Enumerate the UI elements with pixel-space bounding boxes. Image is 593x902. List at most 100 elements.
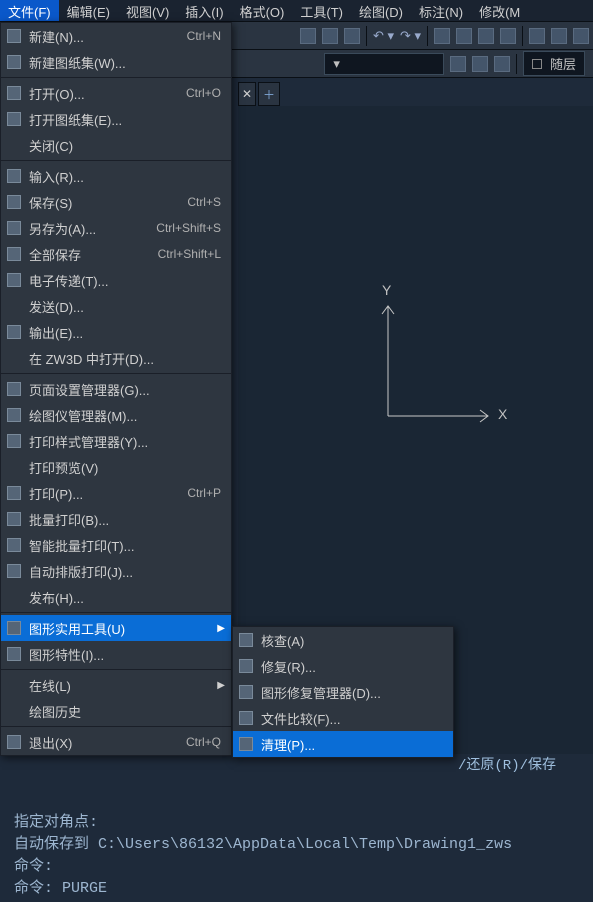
menu-item[interactable]: 文件比较(F)... xyxy=(233,705,453,731)
menu-item[interactable]: 保存(S)Ctrl+S xyxy=(1,189,231,215)
menubar-item[interactable]: 工具(T) xyxy=(292,0,351,21)
menu-item[interactable]: 电子传递(T)... xyxy=(1,267,231,293)
menu-item[interactable]: 发布(H)... xyxy=(1,584,231,610)
menu-item[interactable]: 自动排版打印(J)... xyxy=(1,558,231,584)
saveall-icon xyxy=(5,245,23,263)
toolbar-button[interactable] xyxy=(344,28,360,44)
menubar-item[interactable]: 修改(M xyxy=(471,0,528,21)
menu-item[interactable]: 另存为(A)...Ctrl+Shift+S xyxy=(1,215,231,241)
utilities-submenu: 核查(A) 修复(R)... 图形修复管理器(D)... 文件比较(F)... 清理(P… xyxy=(232,626,454,758)
zoom-extents-icon[interactable] xyxy=(500,28,516,44)
menu-item[interactable]: 绘图历史 xyxy=(1,698,231,724)
menu-shortcut: Ctrl+O xyxy=(186,86,221,100)
menubar-item[interactable]: 绘图(D) xyxy=(351,0,411,21)
menu-item[interactable]: 关闭(C) xyxy=(1,132,231,158)
command-prompt-fragment: /还原(R)/保存 xyxy=(454,752,593,776)
menu-item-label: 页面设置管理器(G)... xyxy=(29,380,221,399)
menu-item[interactable]: 图形实用工具(U)▶ xyxy=(1,615,231,641)
menu-item[interactable]: 核查(A) xyxy=(233,627,453,653)
layout-grid-icon[interactable] xyxy=(573,28,589,44)
menu-shortcut: Ctrl+P xyxy=(187,486,221,500)
bylayer-dropdown[interactable]: 随层 xyxy=(523,51,585,76)
zoom-icon[interactable] xyxy=(456,28,472,44)
tab-close-button[interactable]: ✕ xyxy=(238,82,256,106)
cmdlog-line: 命令: PURGE xyxy=(14,880,107,897)
menu-item[interactable]: 新建(N)...Ctrl+N xyxy=(1,23,231,49)
menubar-item[interactable]: 编辑(E) xyxy=(59,0,118,21)
plot-style-icon xyxy=(5,432,23,450)
redo-arrow-icon[interactable]: ↷ ▾ xyxy=(400,28,421,44)
blank-icon xyxy=(5,676,23,694)
layer-dropdown[interactable]: ▾ xyxy=(324,53,444,75)
menu-item[interactable]: 修复(R)... xyxy=(233,653,453,679)
menu-shortcut: Ctrl+S xyxy=(187,195,221,209)
menu-item[interactable]: 清理(P)... xyxy=(233,731,453,757)
menu-item[interactable]: 打开(O)...Ctrl+O xyxy=(1,80,231,106)
open-icon xyxy=(5,84,23,102)
layer-icon[interactable] xyxy=(450,56,466,72)
menu-item[interactable]: 打印样式管理器(Y)... xyxy=(1,428,231,454)
menu-item[interactable]: 全部保存Ctrl+Shift+L xyxy=(1,241,231,267)
open-sheetset-icon xyxy=(5,110,23,128)
tab-add-button[interactable]: ＋ xyxy=(258,82,280,106)
menu-item[interactable]: 页面设置管理器(G)... xyxy=(1,376,231,402)
menu-item[interactable]: 退出(X)Ctrl+Q xyxy=(1,729,231,755)
menu-item[interactable]: 图形修复管理器(D)... xyxy=(233,679,453,705)
menu-item[interactable]: 输入(R)... xyxy=(1,163,231,189)
menubar-item[interactable]: 标注(N) xyxy=(411,0,471,21)
chevron-right-icon: ▶ xyxy=(217,623,225,634)
toolbar-separator xyxy=(522,26,523,46)
menu-item[interactable]: 输出(E)... xyxy=(1,319,231,345)
toolbar-separator xyxy=(366,26,367,46)
menu-separator xyxy=(1,669,231,670)
menu-item-label: 图形修复管理器(D)... xyxy=(261,683,443,702)
menu-item-label: 文件比较(F)... xyxy=(261,709,443,728)
layout-grid-icon[interactable] xyxy=(551,28,567,44)
menu-item[interactable]: 发送(D)... xyxy=(1,293,231,319)
menu-item-label: 发送(D)... xyxy=(29,297,221,316)
auto-layout-icon xyxy=(5,562,23,580)
menubar-item[interactable]: 格式(O) xyxy=(232,0,293,21)
menu-item-label: 打印样式管理器(Y)... xyxy=(29,432,221,451)
menu-item[interactable]: 绘图仪管理器(M)... xyxy=(1,402,231,428)
toolbar-separator xyxy=(427,26,428,46)
toolbar-button[interactable] xyxy=(322,28,338,44)
menu-item[interactable]: 智能批量打印(T)... xyxy=(1,532,231,558)
menu-item[interactable]: 打印(P)...Ctrl+P xyxy=(1,480,231,506)
menu-item-label: 打开图纸集(E)... xyxy=(29,110,221,129)
toolbar-separator xyxy=(516,54,517,74)
recover-icon xyxy=(237,657,255,675)
menubar-item[interactable]: 视图(V) xyxy=(118,0,177,21)
menu-item[interactable]: 新建图纸集(W)... xyxy=(1,49,231,75)
cmdlog-line: 命令: xyxy=(14,858,53,875)
menu-item[interactable]: 打印预览(V) xyxy=(1,454,231,480)
zoom-window-icon[interactable] xyxy=(478,28,494,44)
menu-item-label: 全部保存 xyxy=(29,245,148,264)
menu-item-label: 打印预览(V) xyxy=(29,458,221,477)
purge-icon xyxy=(237,735,255,753)
menu-item-label: 批量打印(B)... xyxy=(29,510,221,529)
menu-item-label: 智能批量打印(T)... xyxy=(29,536,221,555)
recover-mgr-icon xyxy=(237,683,255,701)
blank-icon xyxy=(5,349,23,367)
menu-item[interactable]: 批量打印(B)... xyxy=(1,506,231,532)
undo-arrow-icon[interactable]: ↶ ▾ xyxy=(373,28,394,44)
menubar-item[interactable]: 文件(F) xyxy=(0,0,59,21)
save-icon xyxy=(5,193,23,211)
menubar-item[interactable]: 插入(I) xyxy=(177,0,231,21)
pan-icon[interactable] xyxy=(434,28,450,44)
properties-icon xyxy=(5,645,23,663)
layout-grid-icon[interactable] xyxy=(529,28,545,44)
menu-item-label: 核查(A) xyxy=(261,631,443,650)
menu-item-label: 图形特性(I)... xyxy=(29,645,221,664)
menu-shortcut: Ctrl+N xyxy=(187,29,221,43)
menu-item[interactable]: 图形特性(I)... xyxy=(1,641,231,667)
toolbar-button[interactable] xyxy=(300,28,316,44)
menu-item-label: 新建图纸集(W)... xyxy=(29,53,221,72)
layer-icon[interactable] xyxy=(472,56,488,72)
menu-item[interactable]: 在线(L)▶ xyxy=(1,672,231,698)
saveas-icon xyxy=(5,219,23,237)
menu-item[interactable]: 打开图纸集(E)... xyxy=(1,106,231,132)
layer-icon[interactable] xyxy=(494,56,510,72)
menu-item[interactable]: 在 ZW3D 中打开(D)... xyxy=(1,345,231,371)
